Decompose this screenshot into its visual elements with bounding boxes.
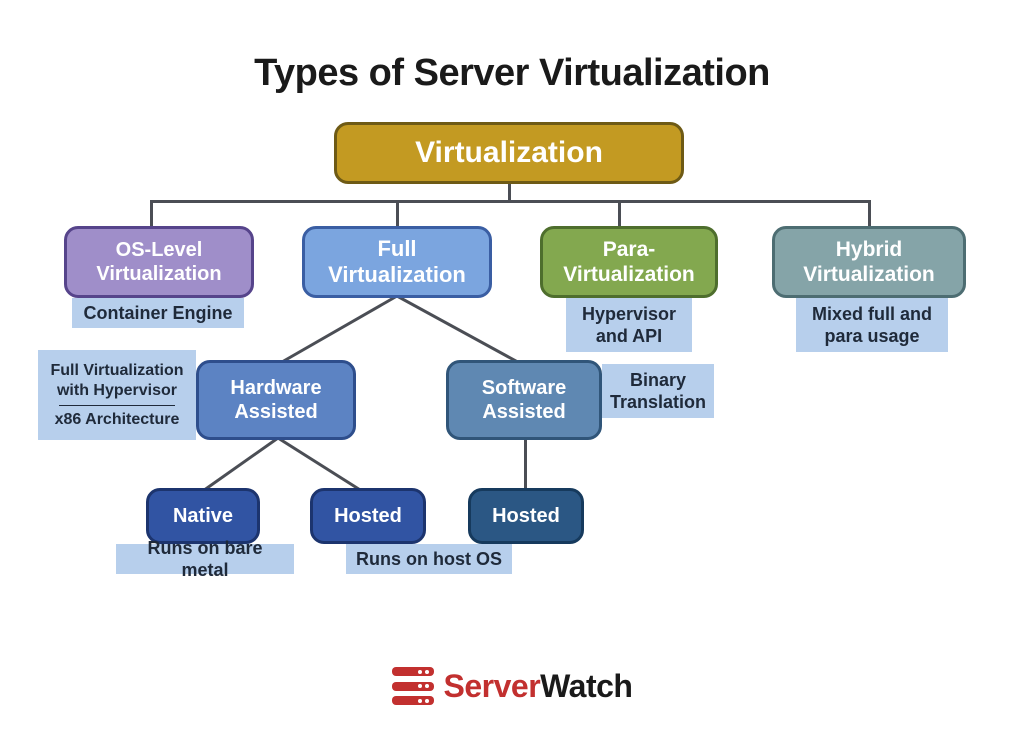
note-os-level: Container Engine: [72, 298, 244, 328]
brand-name-b: Watch: [540, 668, 632, 704]
note-para-text: Hypervisor and API: [572, 303, 686, 348]
node-hybrid: Hybrid Virtualization: [772, 226, 966, 298]
node-full: Full Virtualization: [302, 226, 492, 298]
node-hosted-sw-label: Hosted: [492, 504, 560, 528]
node-os-level: OS-Level Virtualization: [64, 226, 254, 298]
brand-name-a: Server: [444, 668, 541, 704]
node-hybrid-label: Hybrid Virtualization: [783, 237, 955, 287]
brand-logo: ServerWatch: [0, 667, 1024, 705]
node-sw-assisted: Software Assisted: [446, 360, 602, 440]
node-hosted-sw: Hosted: [468, 488, 584, 544]
note-hw-line1: Full Virtualization with Hypervisor: [44, 361, 190, 401]
note-hosted: Runs on host OS: [346, 544, 512, 574]
note-hw-divider: [59, 405, 176, 406]
node-virtualization: Virtualization: [334, 122, 684, 184]
node-hw-assisted-label: Hardware Assisted: [207, 376, 345, 424]
server-icon: [392, 667, 434, 705]
node-native-label: Native: [173, 504, 233, 528]
node-os-level-label: OS-Level Virtualization: [75, 238, 243, 286]
node-sw-assisted-label: Software Assisted: [457, 376, 591, 424]
note-hybrid: Mixed full and para usage: [796, 298, 948, 352]
page-title: Types of Server Virtualization: [0, 52, 1024, 95]
note-para: Hypervisor and API: [566, 298, 692, 352]
brand-name: ServerWatch: [444, 668, 633, 705]
node-virtualization-label: Virtualization: [415, 135, 603, 171]
node-hosted-hw-label: Hosted: [334, 504, 402, 528]
note-hw-line2: x86 Architecture: [55, 410, 180, 430]
node-para: Para-Virtualization: [540, 226, 718, 298]
node-hosted-hw: Hosted: [310, 488, 426, 544]
note-hosted-text: Runs on host OS: [356, 548, 502, 571]
note-hybrid-text: Mixed full and para usage: [802, 303, 942, 348]
connector-sw-hosted: [524, 438, 527, 490]
node-hw-assisted: Hardware Assisted: [196, 360, 356, 440]
note-hw-assisted: Full Virtualization with Hypervisor x86 …: [38, 350, 196, 440]
note-sw-text: Binary Translation: [608, 369, 708, 414]
node-full-label: Full Virtualization: [313, 236, 481, 289]
note-sw-assisted: Binary Translation: [602, 364, 714, 418]
note-native-text: Runs on bare metal: [122, 537, 288, 582]
note-os-level-text: Container Engine: [83, 302, 232, 325]
node-para-label: Para-Virtualization: [551, 237, 707, 287]
note-native: Runs on bare metal: [116, 544, 294, 574]
